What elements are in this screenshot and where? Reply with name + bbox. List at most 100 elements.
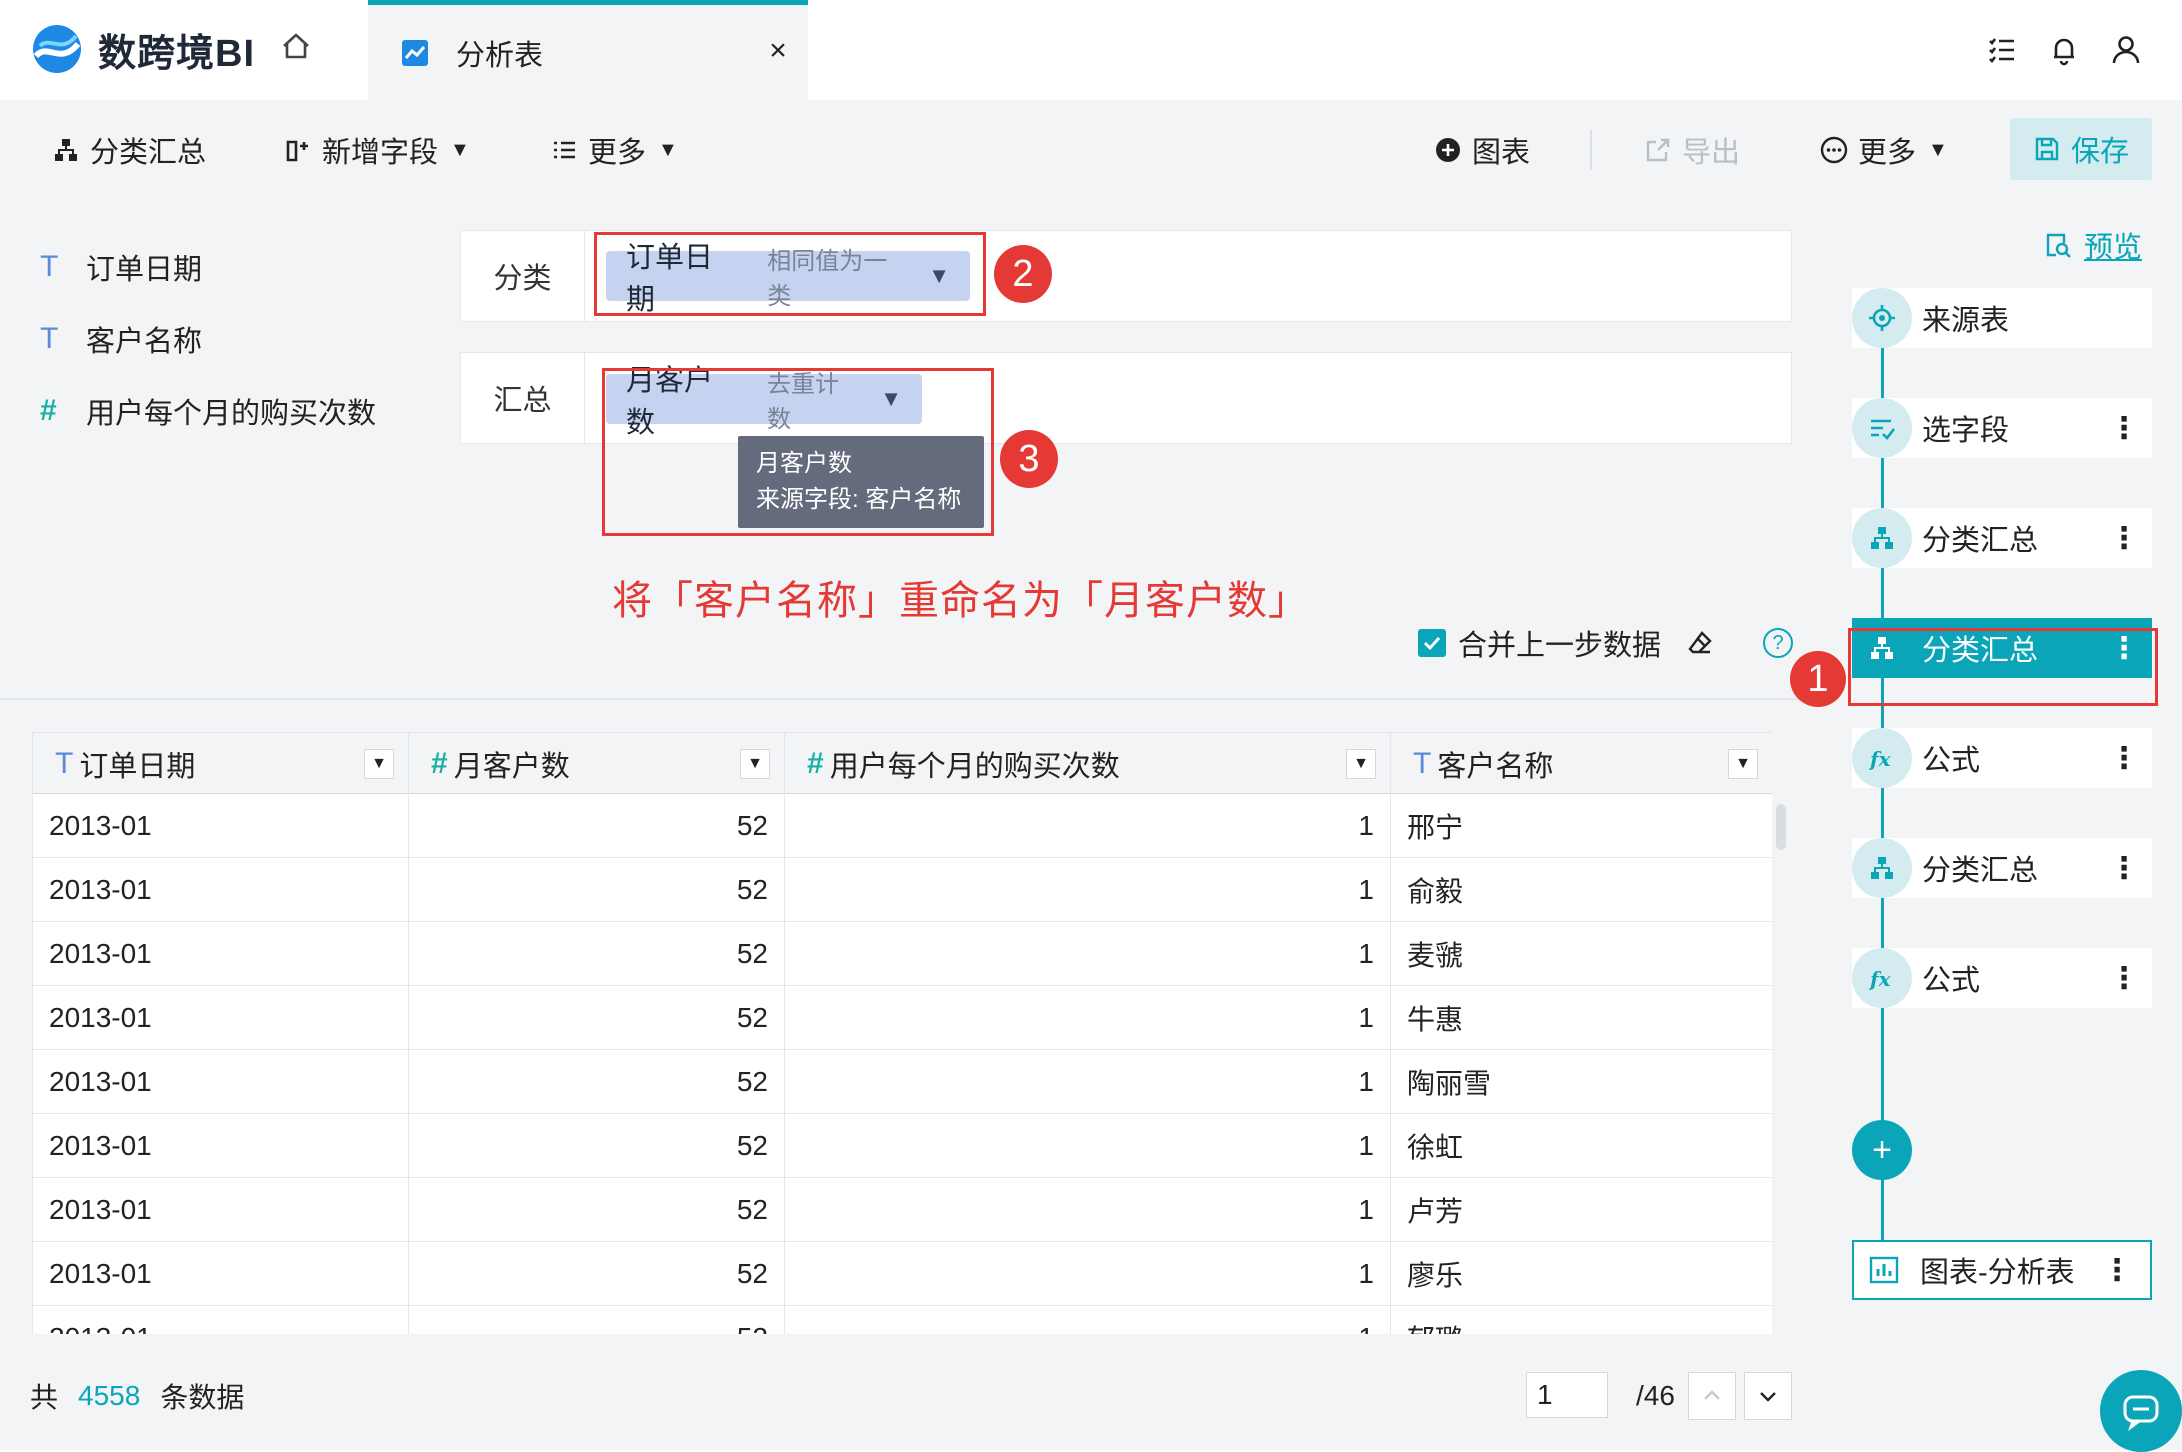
table-cell: 52 xyxy=(409,1114,785,1178)
svg-text:fx: fx xyxy=(1868,747,1892,771)
export-button[interactable]: 导出 xyxy=(1644,100,1740,200)
table-cell: 52 xyxy=(409,1242,785,1306)
step-item[interactable]: 选字段 ⋮ xyxy=(1852,398,2152,458)
table-cell: 52 xyxy=(409,1306,785,1334)
table-cell: 52 xyxy=(409,986,785,1050)
table-cell: 52 xyxy=(409,1050,785,1114)
more-label-left: 更多 xyxy=(588,137,647,169)
task-list-button[interactable] xyxy=(1982,30,2022,70)
output-step-label: 图表-分析表 xyxy=(1920,1257,2075,1289)
add-step-button[interactable]: + xyxy=(1852,1120,1912,1180)
step-more-button[interactable]: ⋮ xyxy=(2102,1253,2132,1288)
column-name: 用户每个月的购买次数 xyxy=(829,751,1120,783)
chat-support-button[interactable] xyxy=(2100,1370,2182,1452)
step-label: 公式 xyxy=(1922,745,1981,777)
table-cell: 卢芳 xyxy=(1391,1178,1772,1242)
field-item-customer-name[interactable]: T 客户名称 xyxy=(40,318,202,360)
record-count: 共 4558 条数据 xyxy=(30,1376,244,1416)
list-icon xyxy=(554,141,575,159)
column-name: 订单日期 xyxy=(79,751,196,783)
notification-button[interactable] xyxy=(2044,30,2084,70)
top-bar: 数跨境BI 分析表 × xyxy=(0,0,2182,100)
field-name: 订单日期 xyxy=(86,254,203,286)
checkbox-checked[interactable] xyxy=(1418,629,1446,657)
field-item-monthly-purchases[interactable]: # 用户每个月的购买次数 xyxy=(40,390,376,432)
step-label: 分类汇总 xyxy=(1922,855,2039,887)
step-item[interactable]: fx 公式 ⋮ xyxy=(1852,948,2152,1008)
column-dropdown-button[interactable]: ▼ xyxy=(1346,749,1376,779)
merge-previous-toggle[interactable]: 合并上一步数据 ? xyxy=(1418,622,1794,664)
more-menu-right[interactable]: 更多 ▼ xyxy=(1820,100,1948,200)
group-step-icon xyxy=(1852,508,1912,568)
clear-icon[interactable] xyxy=(1685,628,1715,658)
user-button[interactable] xyxy=(2106,30,2146,70)
tab-label: 分析表 xyxy=(456,39,544,72)
table-cell: 1 xyxy=(785,1178,1391,1242)
field-name: 客户名称 xyxy=(86,326,203,358)
task-list-icon xyxy=(1989,38,2014,63)
chevron-down-icon xyxy=(1760,1392,1776,1402)
column-dropdown-button[interactable]: ▼ xyxy=(364,749,394,779)
table-cell: 2013-01 xyxy=(33,858,409,922)
column-dropdown-button[interactable]: ▼ xyxy=(740,749,770,779)
column-header-monthly-purchases[interactable]: # 用户每个月的购买次数 ▼ xyxy=(785,733,1391,795)
table-row: 2013-01 52 1 牛惠 xyxy=(33,986,1772,1050)
table-cell: 1 xyxy=(785,1050,1391,1114)
column-header-monthly-customers[interactable]: # 月客户数 ▼ xyxy=(409,733,785,795)
table-cell: 陶丽雪 xyxy=(1391,1050,1772,1114)
chart-button[interactable]: 图表 xyxy=(1434,100,1530,200)
table-scrollbar[interactable] xyxy=(1776,804,1786,850)
brand-logo[interactable]: 数跨境BI xyxy=(30,14,255,84)
table-row: 2013-01 52 1 邢宁 xyxy=(33,794,1772,858)
table-cell: 廖乐 xyxy=(1391,1242,1772,1306)
table-cell: 麦虢 xyxy=(1391,922,1772,986)
more-menu-left[interactable]: 更多 ▼ xyxy=(550,100,678,200)
prev-page-button[interactable] xyxy=(1688,1372,1736,1420)
ellipsis-circle-icon xyxy=(1820,136,1848,164)
step-item[interactable]: 分类汇总 ⋮ xyxy=(1852,508,2152,568)
table-cell: 2013-01 xyxy=(33,1050,409,1114)
step-more-button[interactable]: ⋮ xyxy=(2109,728,2139,788)
table-row: 2013-01 52 1 麦虢 xyxy=(33,922,1772,986)
group-summary-button[interactable]: 分类汇总 xyxy=(52,100,206,200)
column-header-customer-name[interactable]: T 客户名称 ▼ xyxy=(1391,733,1772,795)
hierarchy-icon xyxy=(55,139,77,161)
save-button[interactable]: 保存 xyxy=(2010,118,2152,180)
step-more-button[interactable]: ⋮ xyxy=(2109,948,2139,1008)
step-more-button[interactable]: ⋮ xyxy=(2109,398,2139,458)
preview-label: 预览 xyxy=(2084,232,2143,264)
step-item[interactable]: 分类汇总 ⋮ xyxy=(1852,838,2152,898)
add-field-label: 新增字段 xyxy=(322,137,439,169)
tab-close-button[interactable]: × xyxy=(762,35,794,67)
highlight-box-step xyxy=(1848,628,2158,706)
page-total: /46 xyxy=(1636,1380,1675,1411)
tab-analysis-table[interactable]: 分析表 × xyxy=(368,0,808,100)
step-more-button[interactable]: ⋮ xyxy=(2109,838,2139,898)
output-step-chart-table[interactable]: 图表-分析表 ⋮ xyxy=(1852,1240,2152,1300)
preview-link[interactable]: 预览 xyxy=(2044,224,2142,266)
home-button[interactable] xyxy=(276,26,316,66)
add-field-button[interactable]: 新增字段 ▼ xyxy=(284,100,470,200)
step-label: 来源表 xyxy=(1922,305,2010,337)
help-icon[interactable]: ? xyxy=(1763,628,1794,658)
table-cell: 52 xyxy=(409,922,785,986)
step-item[interactable]: fx 公式 ⋮ xyxy=(1852,728,2152,788)
table-row: 2013-01 52 1 徐虹 xyxy=(33,1114,1772,1178)
merge-label: 合并上一步数据 xyxy=(1458,630,1662,662)
toolbar-divider xyxy=(1590,130,1592,170)
column-header-order-date[interactable]: T 订单日期 ▼ xyxy=(33,733,409,795)
next-page-button[interactable] xyxy=(1744,1372,1792,1420)
chart-label: 图表 xyxy=(1472,137,1531,169)
preview-icon xyxy=(2046,233,2071,258)
table-cell: 1 xyxy=(785,794,1391,858)
field-item-order-date[interactable]: T 订单日期 xyxy=(40,246,202,288)
step-item[interactable]: 来源表 xyxy=(1852,288,2152,348)
logo-icon xyxy=(33,25,81,73)
group-by-label: 分类 xyxy=(461,231,585,321)
column-dropdown-button[interactable]: ▼ xyxy=(1728,749,1758,779)
bar-chart-icon xyxy=(1869,1256,1899,1284)
step-more-button[interactable]: ⋮ xyxy=(2109,508,2139,568)
group-step-icon xyxy=(1852,838,1912,898)
table-cell: 1 xyxy=(785,1114,1391,1178)
page-number-input[interactable]: 1 xyxy=(1526,1372,1608,1418)
